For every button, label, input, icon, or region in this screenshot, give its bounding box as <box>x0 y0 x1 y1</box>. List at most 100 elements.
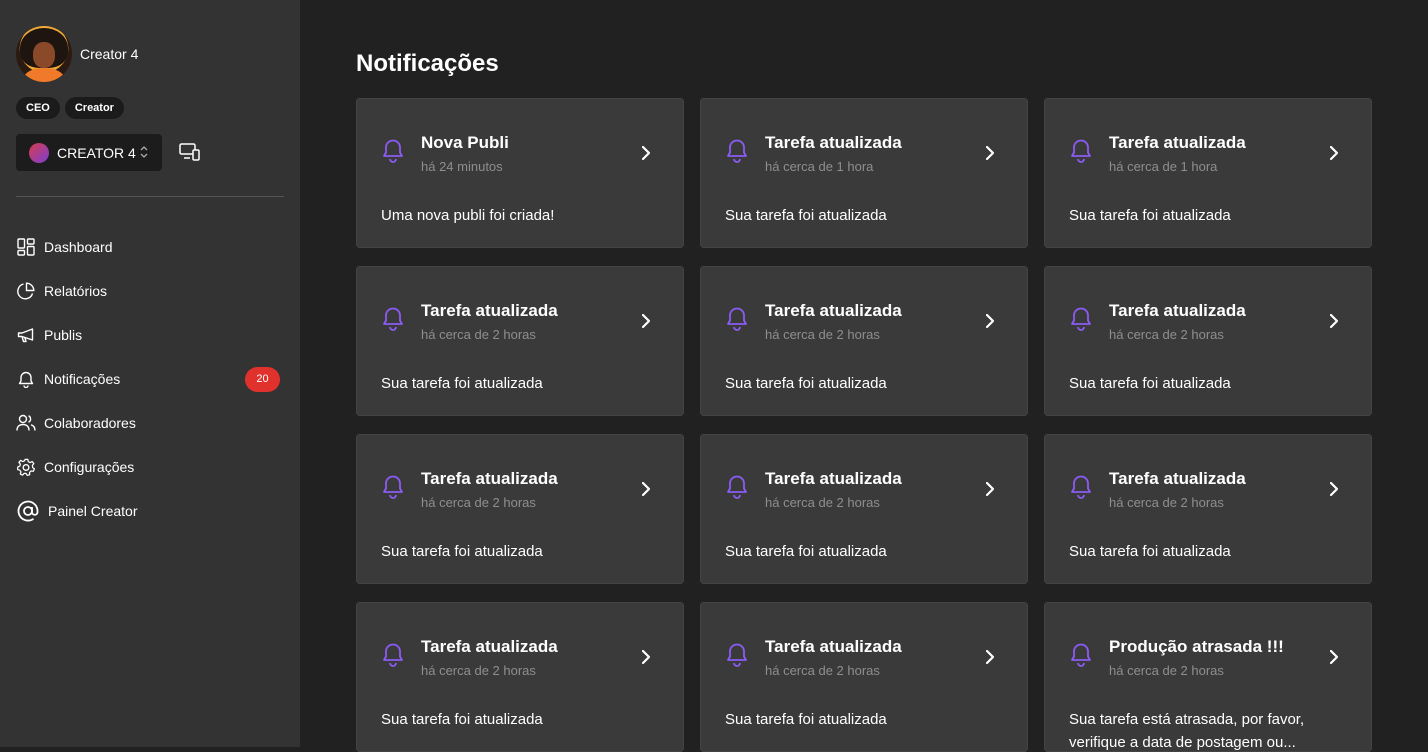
notification-time: há cerca de 2 horas <box>765 327 880 342</box>
notification-card[interactable]: Tarefa atualizada há cerca de 2 horas Sua … <box>700 434 1028 584</box>
notification-count-badge: 20 <box>245 367 280 392</box>
bell-icon <box>381 641 405 667</box>
dashboard-icon <box>16 237 36 257</box>
sidebar-item-publis[interactable]: Publis <box>16 313 284 357</box>
chevron-right-icon[interactable] <box>639 649 653 665</box>
bell-icon <box>1069 473 1093 499</box>
chevron-right-icon[interactable] <box>983 145 997 161</box>
chevron-right-icon[interactable] <box>1327 649 1341 665</box>
sidebar-nav: Dashboard Relatórios Publis Notificações… <box>16 225 284 533</box>
notification-card[interactable]: Tarefa atualizada há cerca de 2 horas Sua … <box>700 602 1028 752</box>
bell-icon <box>381 305 405 331</box>
notification-card[interactable]: Tarefa atualizada há cerca de 2 horas Sua … <box>700 266 1028 416</box>
notifications-grid: Nova Publi há 24 minutos Uma nova publi fo… <box>356 98 1372 752</box>
notification-title: Tarefa atualizada <box>765 301 902 320</box>
chevron-right-icon[interactable] <box>983 649 997 665</box>
sidebar: Creator 4 CEO Creator CREATOR 4 Dashboar… <box>0 0 300 747</box>
avatar <box>16 26 72 82</box>
sidebar-item-label: Relatórios <box>44 283 108 299</box>
notification-card[interactable]: Tarefa atualizada há cerca de 2 horas Sua … <box>356 266 684 416</box>
chevron-right-icon[interactable] <box>1327 313 1341 329</box>
notification-card[interactable]: Tarefa atualizada há cerca de 2 horas Sua … <box>1044 434 1372 584</box>
role-badges: CEO Creator <box>16 97 124 119</box>
sidebar-divider <box>16 196 284 197</box>
chevron-up-down-icon <box>140 146 148 158</box>
sidebar-item-label: Painel Creator <box>48 503 138 519</box>
bell-icon <box>381 137 405 163</box>
account-avatar <box>29 142 49 163</box>
sidebar-item-configuracoes[interactable]: Configurações <box>16 445 284 489</box>
notification-message: Sua tarefa foi atualizada <box>725 543 887 560</box>
notification-card[interactable]: Tarefa atualizada há cerca de 1 hora Sua t… <box>700 98 1028 248</box>
notification-time: há cerca de 2 horas <box>421 327 536 342</box>
role-badge-ceo: CEO <box>16 97 60 119</box>
sidebar-item-label: Configurações <box>44 459 135 475</box>
notification-message: Sua tarefa foi atualizada <box>1069 375 1231 392</box>
notification-card[interactable]: Tarefa atualizada há cerca de 1 hora Sua t… <box>1044 98 1372 248</box>
notification-card[interactable]: Tarefa atualizada há cerca de 2 horas Sua … <box>356 434 684 584</box>
notification-title: Tarefa atualizada <box>765 133 902 152</box>
notification-card[interactable]: Tarefa atualizada há cerca de 2 horas Sua … <box>1044 266 1372 416</box>
sidebar-item-notificacoes[interactable]: Notificações 20 <box>16 357 284 401</box>
profile-name: Creator 4 <box>80 46 139 62</box>
notification-message: Uma nova publi foi criada! <box>381 207 555 224</box>
sidebar-item-label: Notificações <box>44 371 121 387</box>
notification-time: há cerca de 2 horas <box>765 495 880 510</box>
devices-icon[interactable] <box>179 142 201 162</box>
notification-title: Tarefa atualizada <box>421 301 558 320</box>
notification-title: Produção atrasada !!! <box>1109 637 1284 656</box>
sidebar-item-colaboradores[interactable]: Colaboradores <box>16 401 284 445</box>
sidebar-item-dashboard[interactable]: Dashboard <box>16 225 284 269</box>
account-select-label: CREATOR 4 <box>57 144 136 161</box>
bell-icon <box>381 473 405 499</box>
chevron-right-icon[interactable] <box>983 313 997 329</box>
notification-message: Sua tarefa foi atualizada <box>381 375 543 392</box>
chevron-right-icon[interactable] <box>639 481 653 497</box>
notification-message: Sua tarefa foi atualizada <box>725 207 887 224</box>
notification-title: Tarefa atualizada <box>1109 301 1246 320</box>
notification-message: Sua tarefa foi atualizada <box>381 543 543 560</box>
bell-icon <box>725 137 749 163</box>
notification-time: há cerca de 2 horas <box>1109 663 1224 678</box>
notification-time: há cerca de 2 horas <box>1109 327 1224 342</box>
megaphone-icon <box>16 325 36 345</box>
chevron-right-icon[interactable] <box>1327 145 1341 161</box>
notification-message: Sua tarefa foi atualizada <box>1069 543 1231 560</box>
bell-icon <box>1069 137 1093 163</box>
notification-title: Tarefa atualizada <box>1109 469 1246 488</box>
notification-time: há cerca de 1 hora <box>1109 159 1218 174</box>
account-select[interactable]: CREATOR 4 <box>16 134 162 171</box>
chevron-right-icon[interactable] <box>983 481 997 497</box>
notification-title: Tarefa atualizada <box>1109 133 1246 152</box>
sidebar-item-label: Dashboard <box>44 239 113 255</box>
bell-icon <box>1069 305 1093 331</box>
chevron-right-icon[interactable] <box>639 313 653 329</box>
profile[interactable]: Creator 4 <box>16 26 138 82</box>
sidebar-item-relatorios[interactable]: Relatórios <box>16 269 284 313</box>
bell-icon <box>725 641 749 667</box>
notification-title: Nova Publi <box>421 133 509 152</box>
notification-title: Tarefa atualizada <box>765 469 902 488</box>
notification-card[interactable]: Tarefa atualizada há cerca de 2 horas Sua … <box>356 602 684 752</box>
sidebar-item-label: Colaboradores <box>44 415 136 431</box>
notification-message: Sua tarefa foi atualizada <box>381 711 543 728</box>
at-sign-icon <box>16 499 40 523</box>
notification-title: Tarefa atualizada <box>765 637 902 656</box>
chevron-right-icon[interactable] <box>1327 481 1341 497</box>
notification-message: Sua tarefa está atrasada, por favor, ver… <box>1069 711 1305 751</box>
notification-time: há cerca de 2 horas <box>1109 495 1224 510</box>
chevron-right-icon[interactable] <box>639 145 653 161</box>
page-title: Notificações <box>356 50 499 77</box>
bell-icon <box>725 305 749 331</box>
notification-title: Tarefa atualizada <box>421 469 558 488</box>
notification-card[interactable]: Produção atrasada !!! há cerca de 2 horas… <box>1044 602 1372 752</box>
bell-icon <box>1069 641 1093 667</box>
notification-title: Tarefa atualizada <box>421 637 558 656</box>
notification-time: há cerca de 2 horas <box>765 663 880 678</box>
bell-icon <box>725 473 749 499</box>
notification-card[interactable]: Nova Publi há 24 minutos Uma nova publi fo… <box>356 98 684 248</box>
sidebar-item-painel-creator[interactable]: Painel Creator <box>16 489 284 533</box>
notification-time: há cerca de 1 hora <box>765 159 874 174</box>
notification-time: há cerca de 2 horas <box>421 495 536 510</box>
notification-message: Sua tarefa foi atualizada <box>1069 207 1231 224</box>
